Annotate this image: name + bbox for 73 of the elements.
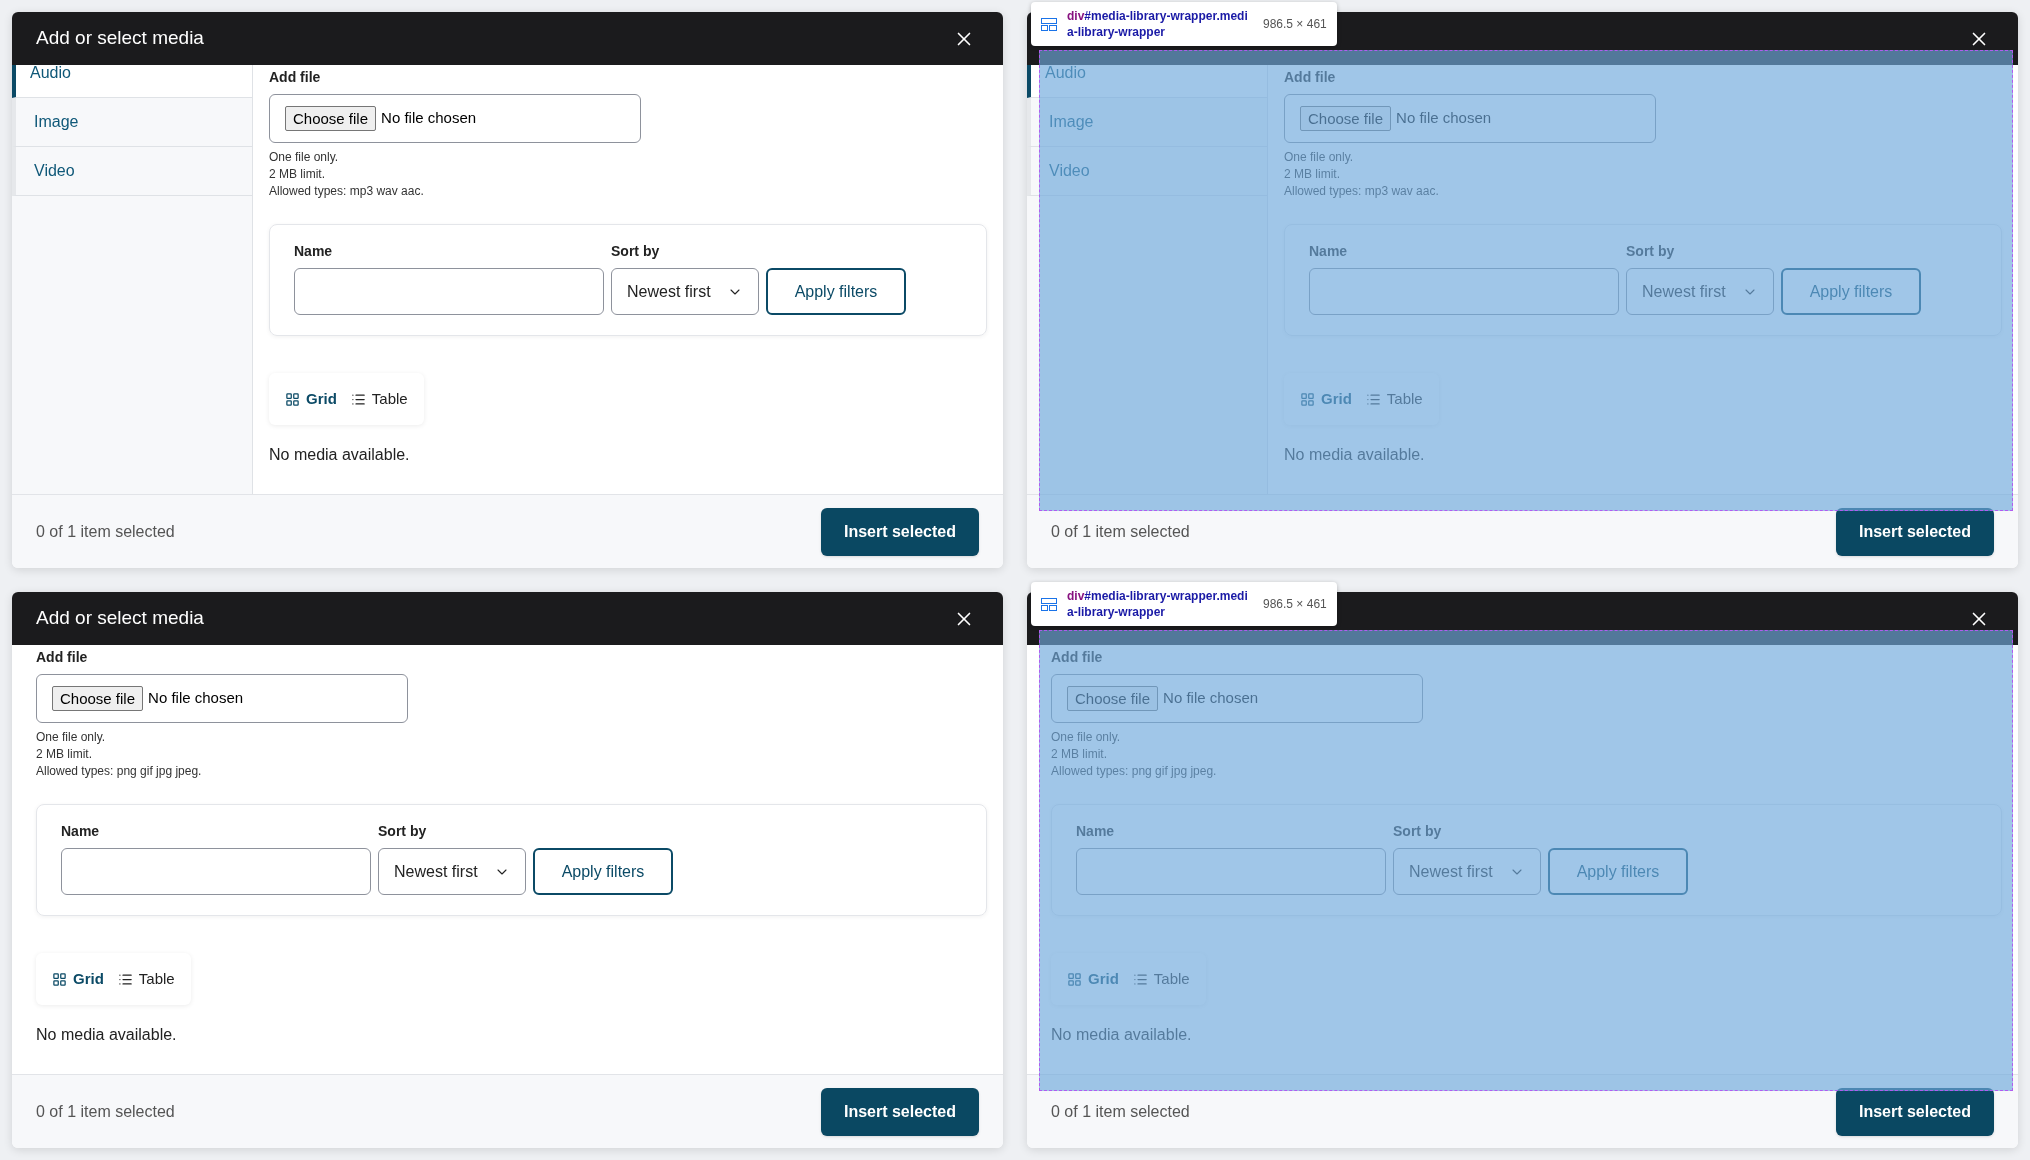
grid-icon <box>285 391 300 407</box>
list-icon <box>1132 971 1148 987</box>
grid-icon <box>1067 971 1082 987</box>
empty-message: No media available. <box>1051 1025 1192 1045</box>
name-input-field[interactable] <box>1076 848 1386 895</box>
upload-hint: 2 MB limit. <box>36 746 92 763</box>
upload-hint: One file only. <box>36 729 106 746</box>
insert-selected-button[interactable]: Insert selected <box>820 1087 979 1136</box>
media-type-tab[interactable]: Audio <box>12 65 252 98</box>
list-icon <box>117 971 133 987</box>
list-icon <box>1365 391 1381 407</box>
view-tab[interactable]: Table <box>350 387 408 411</box>
element-size: 986.5 × 461 <box>1263 16 1327 33</box>
file-status: No file chosen <box>148 688 244 709</box>
selection-count: 0 of 1 item selected <box>1051 521 1190 542</box>
grid-icon <box>1300 391 1315 407</box>
field-label: Add file <box>269 68 321 87</box>
empty-message: No media available. <box>1284 445 1425 465</box>
upload-hint: 2 MB limit. <box>1051 746 1107 763</box>
name-input-field[interactable] <box>294 268 604 315</box>
empty-message: No media available. <box>269 445 410 465</box>
element-size: 986.5 × 461 <box>1263 596 1327 613</box>
media-type-tab[interactable]: Image <box>12 98 252 147</box>
field-label: Name <box>294 242 333 261</box>
file-status: No file chosen <box>1163 688 1259 709</box>
view-tab[interactable]: Table <box>117 967 175 991</box>
field-label: Add file <box>36 648 88 667</box>
upload-hint: Allowed types: mp3 wav aac. <box>269 183 424 200</box>
list-icon <box>350 391 366 407</box>
sort-select[interactable]: Newest first <box>378 848 526 895</box>
upload-hint: One file only. <box>1051 729 1121 746</box>
field-label: Sort by <box>611 242 660 261</box>
file-status: No file chosen <box>1396 108 1492 129</box>
insert-selected-button[interactable]: Insert selected <box>1835 507 1994 556</box>
dialog-title: Add or select media <box>36 606 204 631</box>
insert-selected-button[interactable]: Insert selected <box>1835 1087 1994 1136</box>
field-label: Sort by <box>378 822 427 841</box>
dialog-title: Add or select media <box>36 26 204 51</box>
name-input-field[interactable] <box>1309 268 1619 315</box>
field-label: Add file <box>1051 648 1103 667</box>
upload-hint: 2 MB limit. <box>1284 166 1340 183</box>
grid-icon <box>52 971 67 987</box>
name-input-field[interactable] <box>61 848 371 895</box>
choose-file-button[interactable]: Choose file <box>285 106 377 131</box>
choose-file-button[interactable]: Choose file <box>52 686 144 711</box>
field-label: Name <box>1076 822 1115 841</box>
apply-filters-button[interactable]: Apply filters <box>766 268 906 315</box>
field-label: Name <box>1309 242 1348 261</box>
upload-hint: One file only. <box>269 149 339 166</box>
layout-icon <box>1041 17 1057 31</box>
selection-count: 0 of 1 item selected <box>1051 1101 1190 1122</box>
field-label: Add file <box>1284 68 1336 87</box>
upload-hint: Allowed types: png gif jpg jpeg. <box>1051 763 1217 780</box>
upload-hint: 2 MB limit. <box>269 166 325 183</box>
selection-count: 0 of 1 item selected <box>36 521 175 542</box>
element-selector: div#media-library-wrapper.media-library-wrapper <box>1067 588 1249 620</box>
field-label: Sort by <box>1626 242 1675 261</box>
selection-count: 0 of 1 item selected <box>36 1101 175 1122</box>
upload-hint: Allowed types: png gif jpg jpeg. <box>36 763 202 780</box>
view-tab[interactable]: Grid <box>52 967 104 991</box>
insert-selected-button[interactable]: Insert selected <box>820 507 979 556</box>
apply-filters-button[interactable]: Apply filters <box>533 848 673 895</box>
file-status: No file chosen <box>381 108 477 129</box>
empty-message: No media available. <box>36 1025 177 1045</box>
field-label: Sort by <box>1393 822 1442 841</box>
sort-select[interactable]: Newest first <box>611 268 759 315</box>
element-selector: div#media-library-wrapper.media-library-wrapper <box>1067 8 1249 40</box>
upload-hint: One file only. <box>1284 149 1354 166</box>
layout-icon <box>1041 597 1057 611</box>
view-tab[interactable]: Grid <box>285 387 337 411</box>
field-label: Name <box>61 822 100 841</box>
upload-hint: Allowed types: mp3 wav aac. <box>1284 183 1439 200</box>
media-type-tab[interactable]: Video <box>12 147 252 196</box>
